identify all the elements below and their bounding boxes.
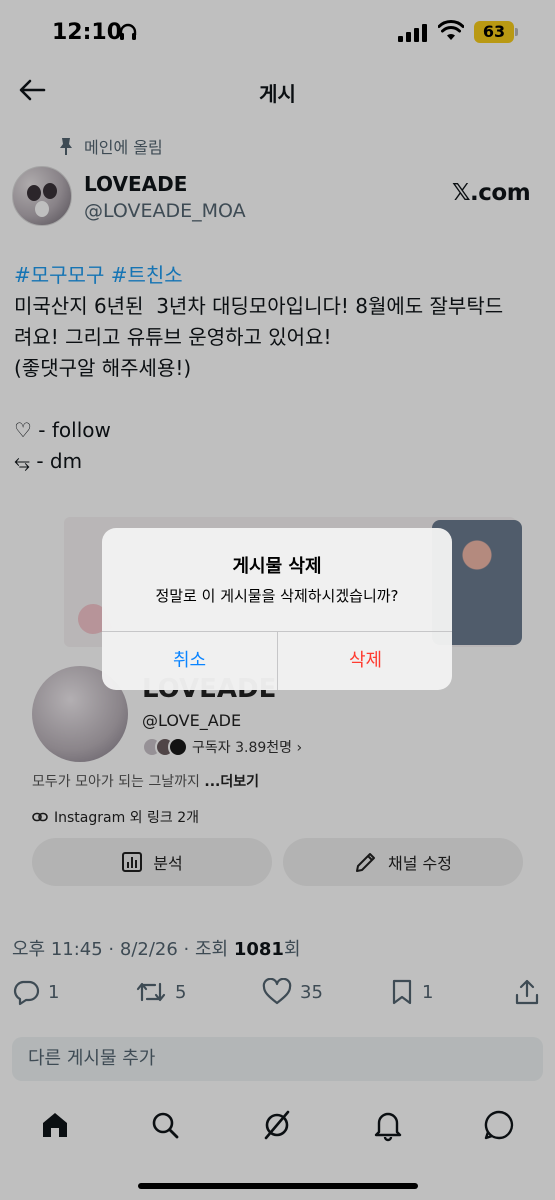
bottom-tab-bar bbox=[0, 1100, 555, 1150]
battery-cap bbox=[515, 28, 518, 36]
reply-icon bbox=[13, 980, 40, 1006]
channel-handle: @LOVE_ADE bbox=[142, 711, 242, 730]
pinned-label: 메인에 올림 bbox=[84, 138, 163, 157]
search-icon[interactable] bbox=[148, 1108, 182, 1142]
post-hashtags[interactable]: #모구모구 #트친소 bbox=[14, 263, 183, 287]
reply-count: 1 bbox=[48, 981, 60, 1003]
bookmark-button[interactable]: 1 bbox=[390, 978, 433, 1006]
headphones-icon bbox=[119, 23, 137, 40]
analytics-icon bbox=[122, 852, 143, 872]
grok-icon[interactable] bbox=[260, 1108, 294, 1142]
edit-channel-button: 채널 수정 bbox=[283, 838, 523, 886]
description-text: 모두가 모아가 되는 그날까지 bbox=[32, 774, 205, 790]
author-handle[interactable]: @LOVEADE_MOA bbox=[84, 200, 246, 222]
source-label: 𝕏.com bbox=[452, 180, 531, 206]
home-indicator bbox=[138, 1183, 418, 1189]
analytics-label: 분석 bbox=[153, 854, 183, 873]
pin-icon bbox=[60, 138, 72, 155]
messages-icon[interactable] bbox=[482, 1108, 516, 1142]
repost-count: 5 bbox=[175, 981, 187, 1003]
bookmark-icon bbox=[392, 979, 412, 1005]
more-link: ...더보기 bbox=[204, 774, 259, 790]
cancel-button[interactable]: 취소 bbox=[102, 632, 277, 690]
author-name[interactable]: LOVEADE bbox=[84, 172, 187, 196]
pencil-icon bbox=[356, 853, 376, 872]
author-avatar[interactable] bbox=[12, 166, 72, 226]
channel-links-text: Instagram 외 링크 2개 bbox=[54, 810, 200, 826]
reply-button[interactable]: 1 bbox=[12, 978, 59, 1006]
channel-links: Instagram 외 링크 2개 bbox=[32, 807, 199, 827]
post-timestamp: 오후 11:45 · 8/2/26 · 조회 bbox=[12, 939, 234, 960]
post-meta: 오후 11:45 · 8/2/26 · 조회 1081회 bbox=[12, 935, 301, 961]
channel-description: 모두가 모아가 되는 그날까지 ...더보기 bbox=[32, 771, 259, 791]
subscriber-count: 구독자 3.89천명 › bbox=[192, 740, 303, 756]
dialog-message: 정말로 이 게시물을 삭제하시겠습니까? bbox=[155, 587, 399, 605]
notifications-icon[interactable] bbox=[371, 1108, 405, 1142]
share-button[interactable] bbox=[514, 978, 540, 1006]
like-count: 35 bbox=[300, 981, 323, 1003]
cellular-signal-icon bbox=[398, 24, 427, 42]
bookmark-count: 1 bbox=[422, 981, 434, 1003]
delete-post-dialog: 게시물 삭제 정말로 이 게시물을 삭제하시겠습니까? 취소 삭제 bbox=[102, 528, 452, 690]
analytics-button: 분석 bbox=[32, 838, 272, 886]
dialog-title: 게시물 삭제 bbox=[232, 556, 322, 577]
post-text: #모구모구 #트친소 미국산지 6년된 3년차 대딩모아입니다! 8월에도 잘부… bbox=[14, 260, 544, 477]
delete-button[interactable]: 삭제 bbox=[278, 632, 452, 690]
post-body-text: 미국산지 6년된 3년차 대딩모아입니다! 8월에도 잘부탁드 려요! 그리고 … bbox=[14, 294, 504, 473]
status-time: 12:10 bbox=[52, 20, 123, 45]
battery-indicator: 63 bbox=[474, 21, 514, 43]
page-title: 게시 bbox=[259, 82, 296, 106]
view-suffix: 회 bbox=[283, 939, 301, 960]
repost-icon bbox=[136, 982, 166, 1002]
like-button[interactable]: 35 bbox=[262, 978, 323, 1006]
share-icon bbox=[515, 979, 539, 1005]
subscriber-avatars bbox=[142, 737, 188, 757]
heart-icon bbox=[262, 978, 292, 1005]
repost-button[interactable]: 5 bbox=[135, 978, 186, 1006]
post-actions: 1 5 35 1 bbox=[0, 978, 555, 1014]
link-icon bbox=[32, 812, 48, 822]
home-icon[interactable] bbox=[38, 1108, 72, 1142]
wifi-icon bbox=[438, 20, 464, 40]
compose-input[interactable]: 다른 게시물 추가 bbox=[12, 1037, 543, 1081]
edit-channel-label: 채널 수정 bbox=[388, 854, 452, 873]
pinned-indicator: 메인에 올림 bbox=[58, 134, 163, 158]
view-count: 1081 bbox=[233, 939, 284, 960]
